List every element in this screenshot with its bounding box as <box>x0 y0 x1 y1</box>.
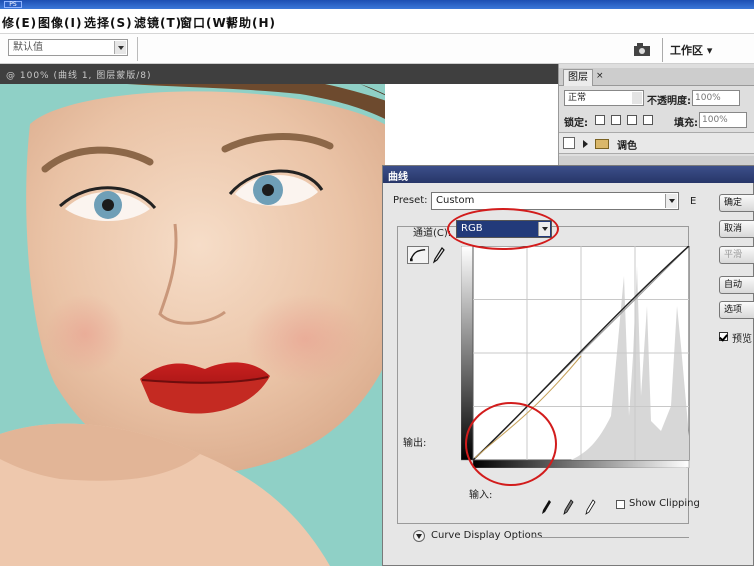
menu-select[interactable]: 选择(S) <box>84 14 133 31</box>
lock-transparency-checkbox[interactable] <box>595 115 605 125</box>
output-label: 输出: <box>403 438 427 449</box>
divider <box>533 537 689 538</box>
menu-edit[interactable]: 修(E) <box>2 14 37 31</box>
close-icon[interactable]: × <box>596 71 604 81</box>
layer-name: 调色 <box>617 141 637 152</box>
document-tab[interactable]: @ 100% (曲线 1, 图层蒙版/8) <box>0 64 560 84</box>
lock-position-checkbox[interactable] <box>627 115 637 125</box>
opacity-label: 不透明度: <box>647 96 691 107</box>
options-bar: 默认值 工作区 ▾ <box>0 34 754 64</box>
folder-icon <box>595 139 609 149</box>
annotation-circle-curve <box>465 402 557 486</box>
app-logo: PS <box>4 1 22 8</box>
dialog-title: 曲线 <box>388 172 408 183</box>
workspace-icon <box>634 43 650 56</box>
lock-label: 锁定: <box>564 118 588 129</box>
app-titlebar: PS <box>0 0 754 9</box>
workspace-button[interactable]: 工作区 ▾ <box>630 36 754 63</box>
dialog-titlebar[interactable]: 曲线 <box>383 166 754 183</box>
divider <box>662 38 663 62</box>
layers-panel: 图层 × 正常 不透明度: 100% 锁定: 填充: 100% 调色 <box>558 64 754 168</box>
annotation-circle-channel <box>447 208 559 250</box>
smooth-button[interactable]: 平滑 <box>719 246 754 264</box>
preview-checkbox[interactable] <box>719 332 728 341</box>
auto-button[interactable]: 自动 <box>719 276 754 294</box>
preset-value: Custom <box>436 195 475 206</box>
chevron-down-icon <box>632 92 642 104</box>
input-label: 输入: <box>469 490 493 501</box>
menu-image[interactable]: 图像(I) <box>38 14 82 31</box>
layer-row[interactable]: 调色 <box>559 132 754 154</box>
show-clipping-label: Show Clipping <box>629 498 700 509</box>
fill-input[interactable]: 100% <box>699 112 747 128</box>
document-title: @ 100% (曲线 1, 图层蒙版/8) <box>6 71 152 81</box>
blend-mode-value: 正常 <box>568 93 587 103</box>
display-options-label: Curve Display Options <box>431 530 543 541</box>
black-point-eyedropper-icon[interactable] <box>539 498 553 516</box>
blend-mode-select[interactable]: 正常 <box>564 90 644 106</box>
fill-label: 填充: <box>674 118 698 129</box>
visibility-eye-icon[interactable] <box>563 137 575 149</box>
layers-panel-tabs: 图层 × <box>559 68 754 86</box>
curve-point-tool-icon[interactable] <box>407 246 429 264</box>
tab-layers-label: 图层 <box>568 72 588 83</box>
tab-layers[interactable]: 图层 <box>563 69 593 86</box>
expand-arrow-icon[interactable] <box>583 140 588 148</box>
divider <box>137 37 138 61</box>
menu-filter[interactable]: 滤镜(T) <box>134 14 182 31</box>
chevron-down-icon <box>665 194 677 208</box>
menu-bar: 修(E) 图像(I) 选择(S) 滤镜(T) 窗口(W) 帮助(H) <box>0 9 754 34</box>
preset-options-icon[interactable]: E <box>690 196 696 207</box>
tool-preset-value: 默认值 <box>13 42 43 53</box>
options-button[interactable]: 选项 <box>719 301 754 319</box>
display-options-toggle-icon[interactable] <box>413 530 425 542</box>
tool-preset-select[interactable]: 默认值 <box>8 39 128 56</box>
channel-label: 通道(C): <box>413 228 452 239</box>
workspace-label: 工作区 ▾ <box>670 44 713 57</box>
curves-dialog: 曲线 Preset: Custom E 通道(C): RGB 输出: 输入: S… <box>382 165 754 566</box>
image-canvas[interactable] <box>0 84 385 566</box>
lock-all-checkbox[interactable] <box>643 115 653 125</box>
lock-pixels-checkbox[interactable] <box>611 115 621 125</box>
cancel-button[interactable]: 取消 <box>719 220 754 238</box>
opacity-input[interactable]: 100% <box>692 90 740 106</box>
white-point-eyedropper-icon[interactable] <box>583 498 597 516</box>
menu-help[interactable]: 帮助(H) <box>226 14 276 31</box>
ok-button[interactable]: 确定 <box>719 194 754 212</box>
pencil-tool-icon[interactable] <box>431 246 445 264</box>
gray-point-eyedropper-icon[interactable] <box>561 498 575 516</box>
portrait-photo <box>0 84 385 566</box>
preview-label: 预览 <box>732 334 752 345</box>
chevron-down-icon <box>114 41 126 54</box>
preset-label: Preset: <box>393 195 428 206</box>
show-clipping-checkbox[interactable] <box>616 500 625 509</box>
preset-select[interactable]: Custom <box>431 192 679 210</box>
